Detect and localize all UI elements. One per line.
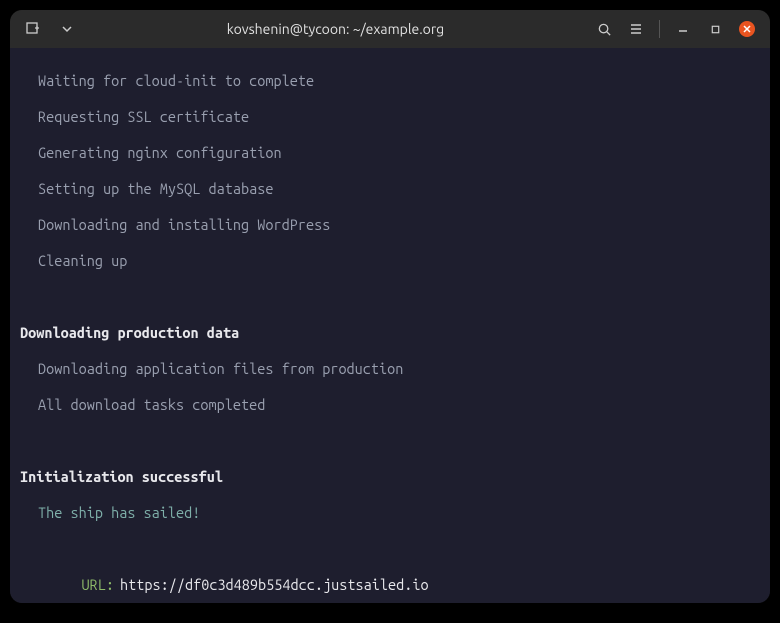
minimize-button[interactable] (668, 14, 698, 44)
info-label: URL: (20, 576, 114, 594)
terminal-output[interactable]: Waiting for cloud-init to complete Reque… (10, 48, 770, 603)
setup-step: Waiting for cloud-init to complete (20, 72, 760, 90)
setup-step: Generating nginx configuration (20, 144, 760, 162)
setup-step: Cleaning up (20, 252, 760, 270)
init-subtext: The ship has sailed! (20, 504, 760, 522)
info-value: https://df0c3d489b554dcc.justsailed.io (114, 576, 429, 594)
setup-step: Setting up the MySQL database (20, 180, 760, 198)
download-step: Downloading application files from produ… (20, 360, 760, 378)
setup-step: Downloading and installing WordPress (20, 216, 760, 234)
dropdown-button[interactable] (52, 14, 82, 44)
separator (659, 20, 660, 38)
menu-button[interactable] (621, 14, 651, 44)
maximize-button[interactable] (700, 14, 730, 44)
info-row-url: URL:https://df0c3d489b554dcc.justsailed.… (20, 576, 760, 594)
search-button[interactable] (589, 14, 619, 44)
close-button[interactable] (732, 14, 762, 44)
new-tab-button[interactable] (18, 14, 48, 44)
section-heading: Downloading production data (20, 324, 760, 342)
titlebar: kovshenin@tycoon: ~/example.org (10, 10, 770, 48)
download-step: All download tasks completed (20, 396, 760, 414)
setup-step: Requesting SSL certificate (20, 108, 760, 126)
window-title: kovshenin@tycoon: ~/example.org (86, 21, 585, 37)
terminal-window: kovshenin@tycoon: ~/example.org Waiting … (10, 10, 770, 603)
section-heading: Initialization successful (20, 468, 760, 486)
